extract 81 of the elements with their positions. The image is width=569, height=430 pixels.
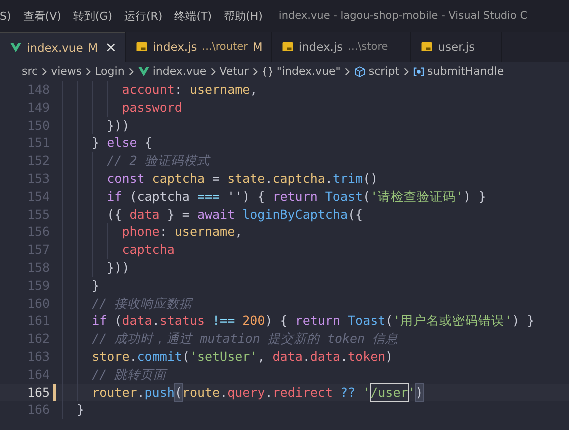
- code-line: }: [77, 401, 85, 420]
- menu-item[interactable]: 运行(R): [118, 8, 169, 24]
- line-number: 165: [26, 384, 50, 402]
- code-line: })): [107, 258, 130, 277]
- chevron-icon: [210, 66, 217, 76]
- chevron-icon: [402, 66, 410, 76]
- tab-label: index.js: [152, 40, 198, 54]
- braces-icon: [262, 66, 274, 78]
- line-number: 159: [26, 276, 50, 295]
- line-number: 153: [26, 170, 50, 188]
- line-number: 148: [26, 81, 50, 99]
- menu-item[interactable]: 帮助(H): [218, 8, 269, 24]
- editor-tab[interactable]: user.js: [411, 32, 502, 62]
- file-icon: [421, 41, 434, 53]
- editor-tab[interactable]: index.js ...\store: [272, 32, 412, 62]
- chevron-icon: [344, 66, 351, 76]
- file-icon: [136, 41, 148, 53]
- line-number: 158: [26, 258, 50, 277]
- line-number: 162: [26, 330, 50, 348]
- code-line: // 2 验证码模式: [107, 152, 210, 170]
- modified-label: M: [88, 40, 98, 54]
- line-number: 154: [26, 188, 50, 206]
- line-number: 166: [26, 401, 50, 420]
- code-line: captcha: [122, 241, 175, 259]
- line-number: 164: [26, 366, 50, 384]
- tab-label: user.js: [438, 40, 476, 54]
- breadcrumb-item[interactable]: Vetur: [220, 65, 249, 78]
- breadcrumb-item[interactable]: Login: [95, 65, 125, 78]
- line-number: 151: [26, 134, 50, 152]
- code-line: // 跳转页面: [92, 366, 167, 384]
- code-line: if (data.status !== 200) { return Toast('用户名或密码错误') }: [92, 312, 535, 330]
- code-line: // 成功时，通过 mutation 提交新的 token 信息: [92, 330, 399, 348]
- chevron-icon: [128, 66, 135, 76]
- menu-item[interactable]: 转到(G): [67, 8, 118, 24]
- tab-label: index.vue: [27, 40, 84, 54]
- chevron-icon: [252, 66, 259, 76]
- file-icon: [282, 41, 294, 53]
- chevron-icon: [41, 66, 48, 76]
- code-line: // 接收响应数据: [92, 294, 193, 312]
- cube-icon: [354, 66, 366, 78]
- code-line: })): [107, 116, 130, 134]
- menu-item[interactable]: 终端(T): [168, 8, 218, 24]
- line-number: 157: [26, 241, 50, 259]
- v-logo-icon: [10, 42, 22, 54]
- chevron-icon: [85, 66, 92, 76]
- code-line: ({ data } = await loginByCaptcha({: [107, 206, 364, 224]
- breadcrumb-item[interactable]: index.vue: [152, 65, 207, 78]
- line-number: 160: [26, 294, 50, 312]
- line-number: 150: [26, 116, 50, 134]
- editor-tab[interactable]: index.vue M ×: [0, 32, 126, 62]
- v-logo-icon: [138, 66, 150, 78]
- line-number: 155: [26, 206, 50, 224]
- menu-item[interactable]: S): [0, 10, 18, 22]
- bracketed-dot-icon: [412, 66, 425, 78]
- menu-item[interactable]: 查看(V): [17, 8, 68, 24]
- line-number: 161: [26, 312, 50, 330]
- window-title: index.vue - lagou-shop-mobile - Visual Studio C: [278, 10, 528, 22]
- breadcrumb-item[interactable]: src: [22, 65, 38, 78]
- code-line: router.push(route.query.redirect ?? '/user'): [92, 384, 424, 402]
- modified-label: M: [252, 40, 263, 54]
- line-number: 149: [26, 98, 50, 117]
- close-button[interactable]: ×: [105, 40, 117, 56]
- code-line: password: [122, 98, 182, 117]
- code-line: account: username,: [122, 81, 258, 99]
- code-line: }: [92, 276, 100, 295]
- code-line: phone: username,: [122, 223, 243, 242]
- breadcrumb-item[interactable]: script: [368, 65, 400, 78]
- breadcrumb-item[interactable]: submitHandle: [428, 65, 504, 78]
- editor-tab[interactable]: index.js ...\router M: [126, 32, 272, 62]
- code-line: if (captcha === '') { return Toast('请检查验证码') }: [107, 188, 486, 206]
- line-number: 156: [26, 223, 50, 242]
- code-line: const captcha = state.captcha.trim(): [107, 170, 378, 188]
- line-number: 163: [26, 348, 50, 366]
- breadcrumb-item[interactable]: "index.vue": [276, 65, 341, 78]
- breadcrumb-item[interactable]: views: [51, 65, 82, 78]
- code-line: } else {: [92, 134, 152, 152]
- tab-path: ...\router: [202, 41, 248, 53]
- line-number: 152: [26, 152, 50, 170]
- tab-label: index.js: [298, 40, 344, 54]
- tab-path: ...\store: [348, 41, 388, 53]
- code-line: store.commit('setUser', data.data.token): [92, 348, 394, 366]
